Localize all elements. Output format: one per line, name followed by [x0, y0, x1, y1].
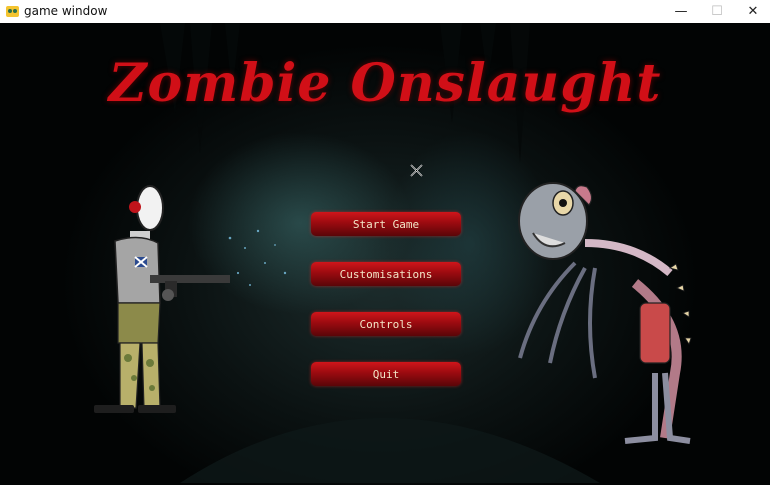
minimize-button[interactable]: — [662, 0, 700, 23]
close-button[interactable]: ✕ [734, 0, 770, 23]
controls-button[interactable]: Controls [311, 312, 461, 336]
game-window: game window — ☐ ✕ Zombie Onslaught Start… [0, 0, 770, 485]
window-title: game window [24, 4, 108, 18]
start-game-button[interactable]: Start Game [311, 212, 461, 236]
game-scene: Zombie Onslaught Start Game Customisatio… [0, 23, 770, 485]
game-title: Zombie Onslaught [108, 53, 662, 114]
soldier-character [94, 185, 230, 413]
customisations-button[interactable]: Customisations [311, 262, 461, 286]
crosshair-cursor-icon [410, 164, 423, 177]
title-bar: game window — ☐ ✕ [0, 0, 770, 24]
quit-button[interactable]: Quit [311, 362, 461, 386]
maximize-button[interactable]: ☐ [698, 0, 736, 23]
zombie-character [518, 182, 692, 444]
pygame-icon [6, 6, 19, 17]
